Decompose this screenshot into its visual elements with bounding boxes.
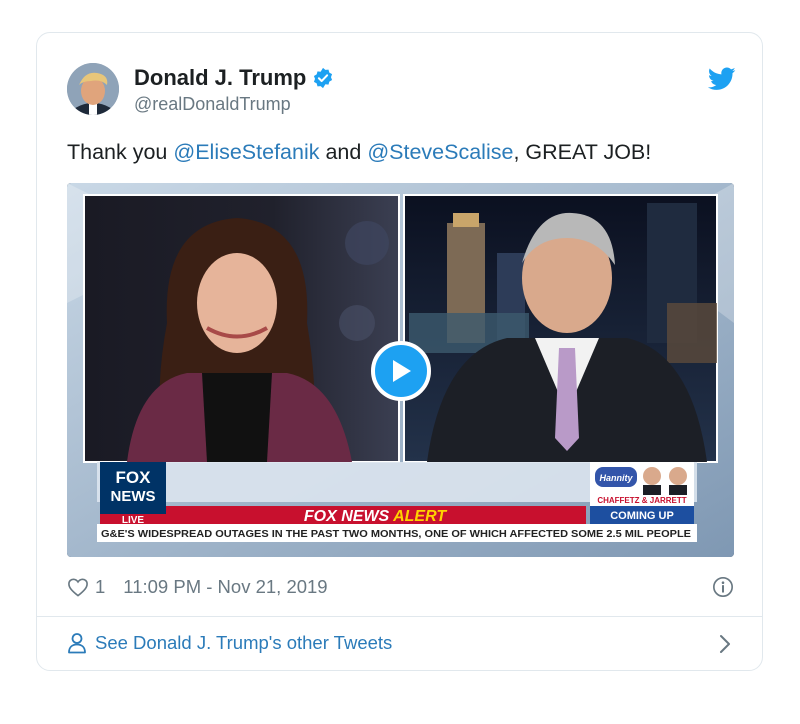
promo-status: COMING UP — [610, 510, 674, 522]
avatar[interactable] — [67, 63, 119, 115]
other-tweets-label[interactable]: See Donald J. Trump's other Tweets — [95, 632, 392, 654]
logo-line-2: NEWS — [111, 488, 156, 505]
author-name-text[interactable]: Donald J. Trump — [134, 65, 306, 91]
alert-part-2: ALERT — [392, 508, 447, 525]
tweet-text-part: and — [319, 140, 368, 164]
mention-link[interactable]: @EliseStefanik — [173, 140, 319, 164]
right-panel — [403, 194, 718, 463]
tweet-timestamp[interactable]: 11:09 PM - Nov 21, 2019 — [123, 576, 327, 598]
heart-icon[interactable] — [67, 577, 89, 597]
logo-line-1: FOX — [116, 468, 152, 487]
tweet-text-part: , GREAT JOB! — [513, 140, 652, 164]
ticker-text: G&E'S WIDESPREAD OUTAGES IN THE PAST TWO… — [101, 529, 691, 540]
tweet-card: Donald J. Trump @realDonaldTrump Thank y… — [36, 32, 763, 671]
like-count[interactable]: 1 — [95, 576, 105, 598]
left-panel — [83, 194, 400, 463]
promo-names: CHAFFETZ & JARRETT — [597, 496, 686, 505]
tweet-meta: 1 11:09 PM - Nov 21, 2019 — [67, 576, 328, 598]
play-button[interactable] — [371, 341, 431, 401]
person-icon — [68, 633, 86, 654]
alert-text: FOX NEWS ALERT — [304, 508, 447, 525]
verified-badge-icon — [314, 67, 333, 89]
play-icon — [393, 360, 411, 382]
promo-show: Hannity — [599, 473, 633, 483]
author-handle[interactable]: @realDonaldTrump — [134, 94, 291, 115]
info-icon[interactable] — [712, 576, 734, 598]
alert-part-1: FOX NEWS — [304, 508, 393, 525]
mention-link[interactable]: @SteveScalise — [367, 140, 513, 164]
tweet-text: Thank you @EliseStefanik and @SteveScali… — [67, 140, 651, 165]
chevron-right-icon[interactable] — [718, 634, 732, 654]
author-name[interactable]: Donald J. Trump — [134, 65, 334, 91]
twitter-bird-icon[interactable] — [708, 67, 736, 91]
video-player[interactable]: FOX NEWS LIVE FOX NEWS ALERT Hannity CHA… — [67, 183, 734, 557]
divider — [37, 616, 762, 617]
tweet-text-part: Thank you — [67, 140, 174, 164]
other-tweets-link[interactable]: See Donald J. Trump's other Tweets — [67, 632, 392, 654]
lower-third: FOX NEWS LIVE FOX NEWS ALERT Hannity CHA… — [97, 462, 697, 542]
